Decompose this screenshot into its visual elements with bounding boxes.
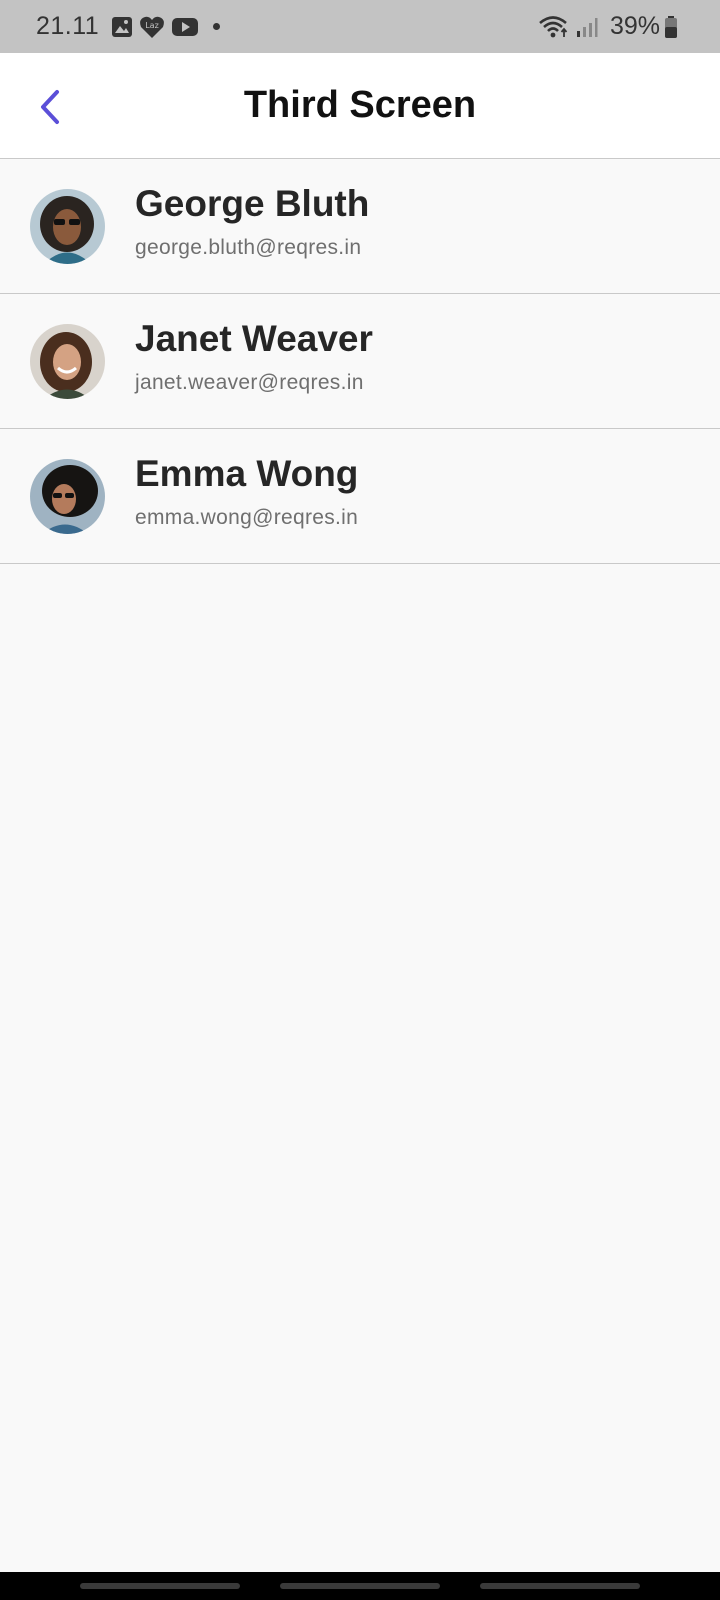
more-notifications-dot-icon <box>213 23 221 30</box>
list-item[interactable]: George Bluth george.bluth@reqres.in <box>0 159 720 294</box>
user-email: janet.weaver@reqres.in <box>135 371 364 394</box>
signal-icon <box>576 16 598 38</box>
navigation-bar <box>0 1572 720 1600</box>
user-name: Emma Wong <box>135 453 359 494</box>
chevron-left-icon <box>41 90 59 124</box>
list-item[interactable]: Emma Wong emma.wong@reqres.in <box>0 429 720 564</box>
wifi-icon <box>538 15 570 39</box>
status-time: 21.11 <box>36 12 100 40</box>
user-email: emma.wong@reqres.in <box>135 506 359 529</box>
nav-gesture-handle-right[interactable] <box>480 1583 640 1589</box>
battery-percent: 39% <box>609 12 660 40</box>
avatar <box>30 189 105 264</box>
user-name: Janet Weaver <box>135 318 373 359</box>
youtube-icon <box>171 16 199 38</box>
status-bar: 21.11 Laz 39% <box>0 0 720 53</box>
user-list: George Bluth george.bluth@reqres.in Jane… <box>0 159 720 564</box>
avatar <box>30 324 105 399</box>
gallery-icon <box>111 16 133 38</box>
status-right: 39% <box>538 12 684 41</box>
battery-icon <box>664 15 678 39</box>
page-title: Third Screen <box>243 84 477 126</box>
nav-gesture-handle-left[interactable] <box>80 1583 240 1589</box>
status-left: 21.11 Laz <box>36 12 221 41</box>
user-email: george.bluth@reqres.in <box>135 236 362 259</box>
avatar <box>30 459 105 534</box>
lazada-label: Laz <box>145 21 159 30</box>
list-item[interactable]: Janet Weaver janet.weaver@reqres.in <box>0 294 720 429</box>
nav-gesture-handle-center[interactable] <box>280 1583 440 1589</box>
lazada-icon: Laz <box>139 15 165 39</box>
user-name: George Bluth <box>135 183 370 224</box>
screen: 21.11 Laz 39% Third Screen George Bluth … <box>0 0 720 1600</box>
back-button[interactable] <box>22 79 78 135</box>
app-bar: Third Screen <box>0 53 720 159</box>
